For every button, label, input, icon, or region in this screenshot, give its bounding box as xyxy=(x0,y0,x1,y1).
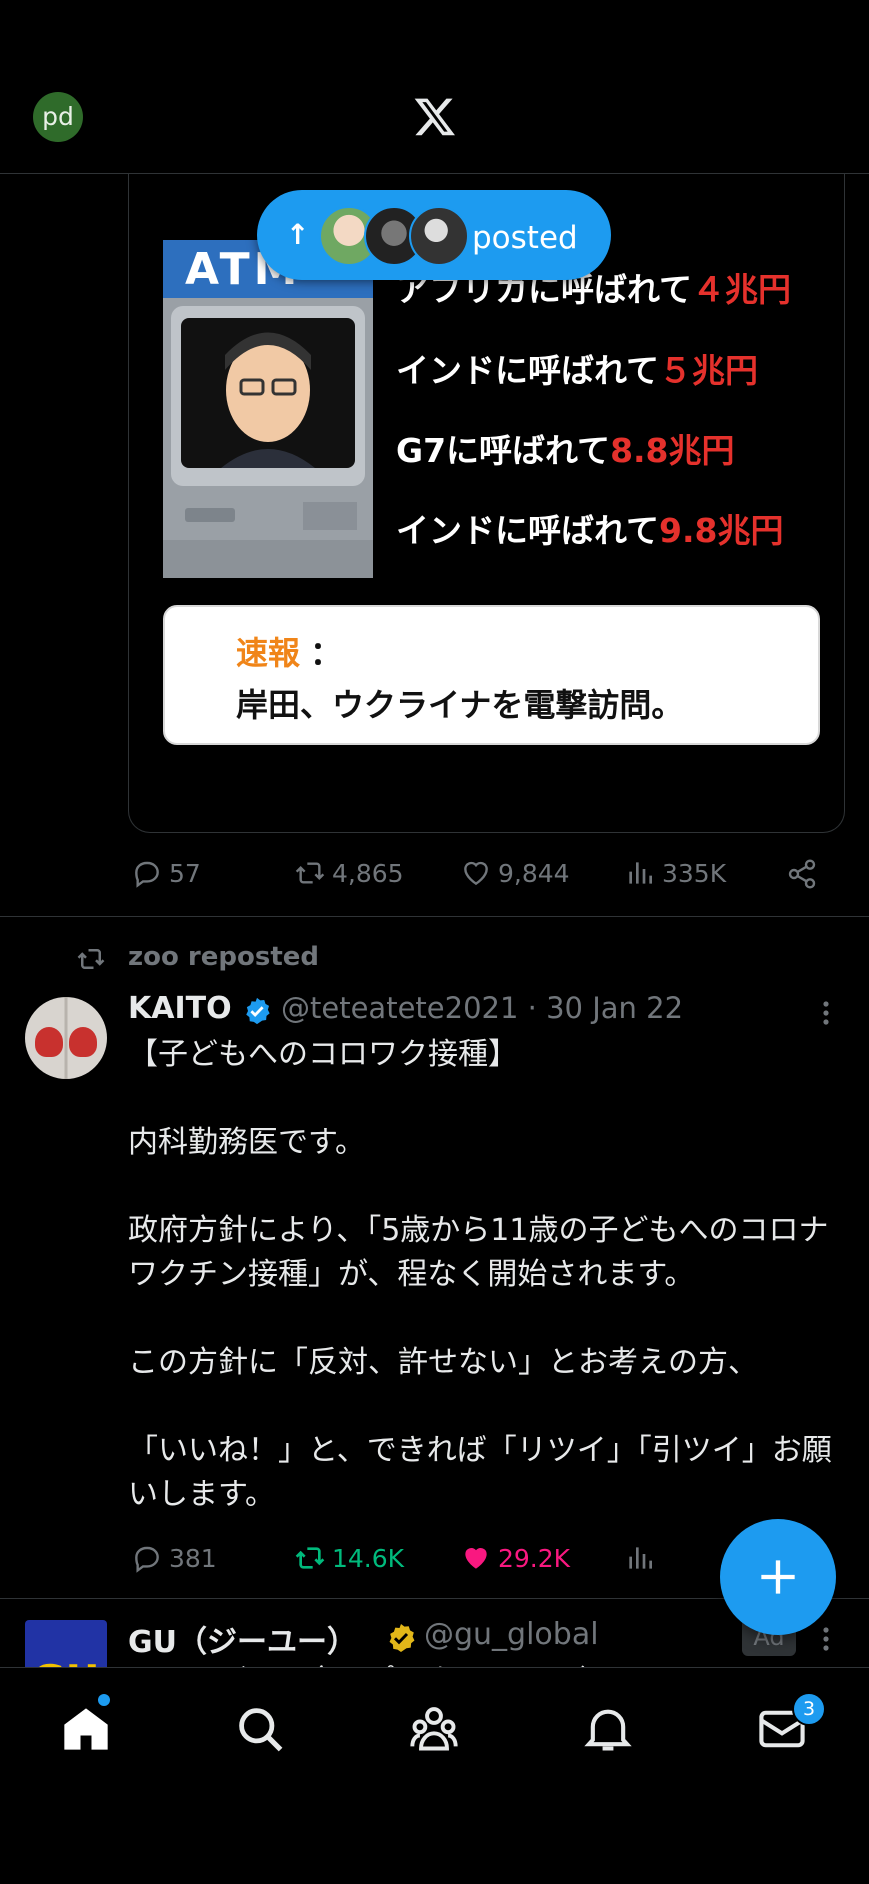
image-text-line-4: インドに呼ばれて9.8兆円 xyxy=(396,511,784,550)
top-app-bar xyxy=(0,0,869,174)
reply-button[interactable]: 57 xyxy=(131,857,201,889)
repost-button[interactable]: 14.6K xyxy=(294,1542,404,1574)
bottom-nav-bar xyxy=(0,1667,869,1884)
profile-avatar[interactable]: pd xyxy=(33,92,83,142)
reposted-by-label[interactable]: zoo reposted xyxy=(128,942,319,972)
unread-dot xyxy=(98,1694,110,1706)
like-button[interactable]: 9,844 xyxy=(460,857,570,889)
heart-filled-icon xyxy=(465,1548,487,1569)
more-options-icon[interactable] xyxy=(814,996,838,1030)
poster-avatar xyxy=(409,206,469,266)
news-colon: ： xyxy=(310,634,343,672)
author-name[interactable]: GU（ジーユー） xyxy=(128,1617,357,1661)
like-button[interactable]: 29.2K xyxy=(460,1542,570,1574)
repost-icon xyxy=(295,862,325,884)
verified-gold-badge-icon xyxy=(389,1624,415,1652)
image-text-line-2: インドに呼ばれて５兆円 xyxy=(396,351,759,390)
communities-icon[interactable] xyxy=(408,1703,460,1755)
views-button[interactable]: 335K xyxy=(624,857,726,889)
views-icon xyxy=(629,1547,652,1569)
repost-icon xyxy=(295,1547,325,1569)
repost-icon xyxy=(77,949,105,969)
heart-icon xyxy=(464,861,488,886)
verified-badge-icon xyxy=(246,997,270,1025)
messages-badge: 3 xyxy=(792,1692,826,1726)
share-icon[interactable] xyxy=(786,858,818,890)
news-label: 速報 xyxy=(236,634,301,672)
bell-icon[interactable] xyxy=(582,1703,634,1755)
arrow-up-icon: ↑ xyxy=(286,218,310,251)
news-text: 岸田、ウクライナを電撃訪問。 xyxy=(236,686,684,724)
author-name[interactable]: KAITO xyxy=(128,991,232,1026)
more-options-icon[interactable] xyxy=(814,1622,838,1656)
image-text-line-3: G7に呼ばれて8.8兆円 xyxy=(396,431,735,470)
repost-button[interactable]: 4,865 xyxy=(294,857,404,889)
reply-button[interactable]: 381 xyxy=(131,1542,217,1574)
views-button[interactable] xyxy=(624,1542,656,1574)
plus-icon xyxy=(761,1560,795,1594)
views-icon xyxy=(629,862,652,884)
reply-icon xyxy=(135,1546,159,1573)
compose-button[interactable] xyxy=(720,1519,836,1635)
tweet-text: 【子どもへのコロワク接種】 内科勤務医です。 政府方針により、「5歳から11歳の… xyxy=(128,1037,832,1512)
posted-label: posted xyxy=(472,220,578,256)
divider xyxy=(0,916,869,917)
home-icon[interactable] xyxy=(60,1703,112,1755)
search-icon[interactable] xyxy=(234,1703,286,1755)
author-avatar[interactable] xyxy=(25,997,107,1079)
tweet-meta: @teteatete2021 · 30 Jan 22 xyxy=(281,991,684,1025)
x-logo-icon[interactable] xyxy=(412,94,458,138)
reply-icon xyxy=(135,861,159,888)
author-handle: @gu_global xyxy=(424,1617,599,1652)
